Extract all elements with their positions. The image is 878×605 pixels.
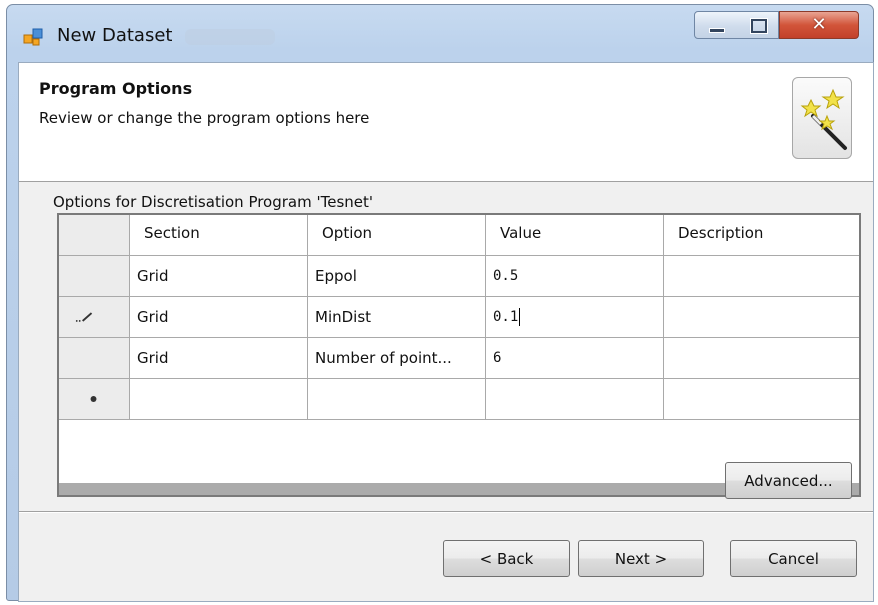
column-header-value[interactable]: Value (486, 215, 664, 256)
back-button[interactable]: < Back (443, 540, 570, 577)
maximize-icon (751, 19, 767, 33)
dialog-client-area: Program Options Review or change the pro… (18, 62, 874, 602)
table-row[interactable]: Grid Number of point... 6 (59, 338, 859, 379)
row-header[interactable] (59, 256, 130, 297)
description-cell[interactable] (664, 338, 859, 379)
column-header-description[interactable]: Description (664, 215, 859, 256)
options-group-label: Options for Discretisation Program 'Tesn… (53, 193, 374, 211)
row-header-corner (59, 215, 130, 256)
title-decoration (185, 29, 275, 45)
section-cell[interactable]: Grid (130, 256, 308, 297)
section-cell[interactable] (130, 379, 308, 420)
description-cell[interactable] (664, 379, 859, 420)
option-cell[interactable]: MinDist (308, 297, 486, 338)
footer-divider (19, 511, 873, 513)
cancel-button[interactable]: Cancel (730, 540, 857, 577)
option-cell[interactable]: Eppol (308, 256, 486, 297)
page-subtitle: Review or change the program options her… (39, 109, 370, 127)
pencil-icon (75, 312, 93, 322)
wizard-header: Program Options Review or change the pro… (19, 63, 873, 182)
value-cell[interactable]: 6 (486, 338, 664, 379)
text-caret (519, 308, 521, 326)
new-row-icon (90, 396, 97, 402)
minimize-button[interactable] (694, 11, 738, 39)
maximize-button[interactable] (737, 11, 779, 39)
dialog-window: New Dataset ✕ Program Options Review or … (6, 4, 874, 602)
close-icon: ✕ (811, 14, 827, 35)
row-header[interactable] (59, 297, 130, 338)
title-bar[interactable]: New Dataset ✕ (7, 5, 873, 61)
advanced-button[interactable]: Advanced... (725, 462, 852, 499)
option-cell[interactable] (308, 379, 486, 420)
row-header[interactable] (59, 338, 130, 379)
page-title: Program Options (39, 79, 193, 98)
table-row-editing[interactable]: Grid MinDist 0.1 (59, 297, 859, 338)
grid-header-row: Section Option Value Description (59, 215, 859, 256)
app-icon (23, 28, 43, 46)
wizard-wand-icon (792, 77, 852, 159)
row-header[interactable] (59, 379, 130, 420)
section-cell[interactable]: Grid (130, 297, 308, 338)
column-header-section[interactable]: Section (130, 215, 308, 256)
description-cell[interactable] (664, 256, 859, 297)
window-title: New Dataset (57, 25, 173, 46)
minimize-icon (709, 28, 725, 33)
options-grid[interactable]: Section Option Value Description Grid Ep… (57, 213, 861, 497)
value-cell[interactable]: 0.5 (486, 256, 664, 297)
value-cell[interactable] (486, 379, 664, 420)
wand-graphic (800, 88, 847, 150)
section-cell[interactable]: Grid (130, 338, 308, 379)
table-row-new[interactable] (59, 379, 859, 420)
close-button[interactable]: ✕ (779, 11, 859, 39)
value-cell-text[interactable]: 0.1 (493, 309, 518, 325)
option-cell[interactable]: Number of point... (308, 338, 486, 379)
description-cell[interactable] (664, 297, 859, 338)
column-header-option[interactable]: Option (308, 215, 486, 256)
table-row[interactable]: Grid Eppol 0.5 (59, 256, 859, 297)
next-button[interactable]: Next > (578, 540, 704, 577)
value-cell-editing[interactable]: 0.1 (486, 297, 664, 338)
